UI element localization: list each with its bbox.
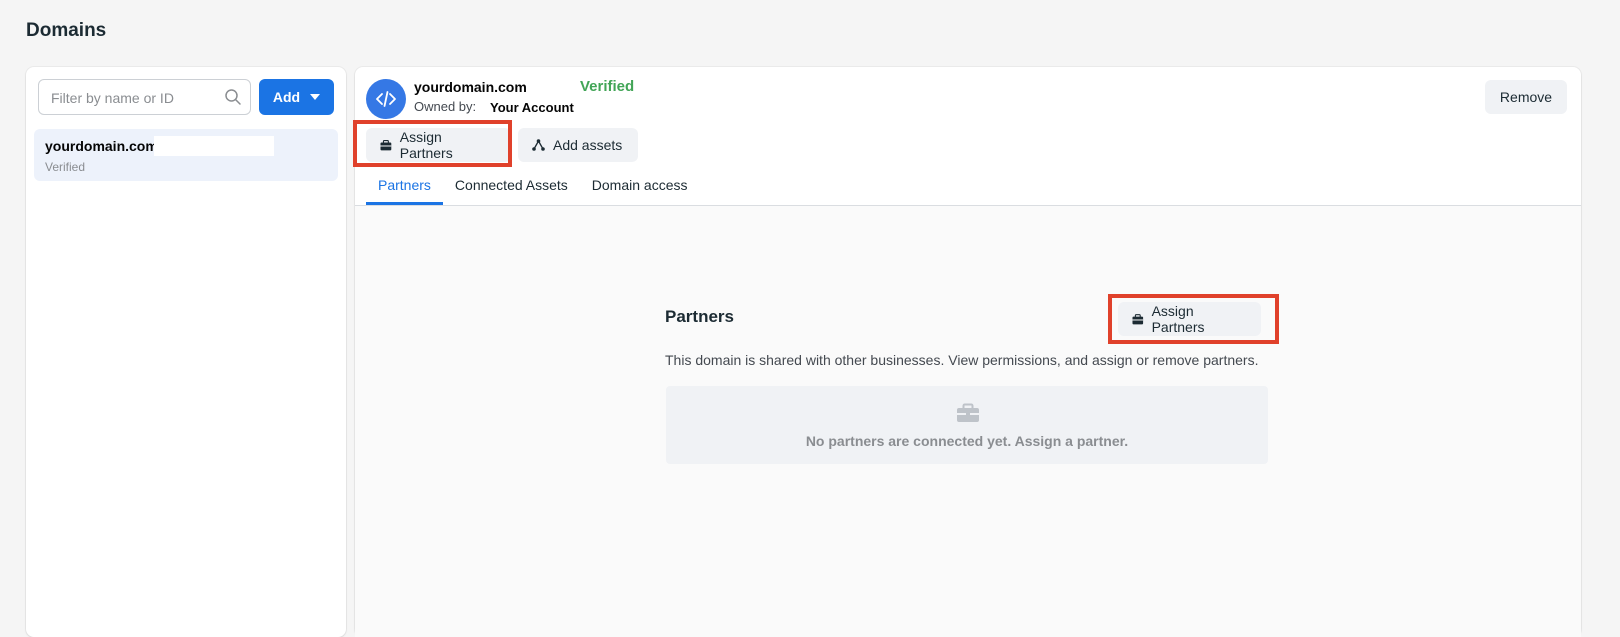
owned-by-value: Your Account bbox=[490, 100, 574, 115]
assign-partners-section-button[interactable]: Assign Partners bbox=[1118, 302, 1261, 336]
detail-tabs: Partners Connected Assets Domain access bbox=[366, 171, 699, 205]
assign-partners-label: Assign Partners bbox=[399, 129, 453, 161]
domain-detail-panel: yourdomain.com Verified Owned by: Your A… bbox=[353, 67, 1581, 637]
section-title: Partners bbox=[665, 307, 734, 326]
search-input[interactable] bbox=[49, 88, 219, 108]
verified-badge: Verified bbox=[580, 78, 635, 95]
partners-content: Partners Assign Partners This domain is … bbox=[355, 206, 1581, 637]
code-icon bbox=[366, 79, 406, 119]
search-icon bbox=[225, 89, 241, 105]
add-button-label: Add bbox=[272, 89, 301, 105]
search-field[interactable] bbox=[38, 79, 251, 115]
briefcase-icon bbox=[380, 139, 392, 150]
tab-connected-assets[interactable]: Connected Assets bbox=[443, 171, 580, 205]
share-nodes-icon bbox=[532, 139, 545, 151]
add-button[interactable]: Add bbox=[259, 79, 334, 115]
briefcase-icon bbox=[1132, 313, 1144, 324]
domain-list-item-status: Verified bbox=[45, 160, 86, 174]
tab-domain-access[interactable]: Domain access bbox=[580, 171, 700, 205]
tab-partners[interactable]: Partners bbox=[366, 171, 443, 205]
caret-down-icon bbox=[310, 94, 321, 100]
section-description: This domain is shared with other busines… bbox=[665, 352, 1259, 368]
domain-list-item[interactable]: yourdomain.com Verified bbox=[34, 129, 338, 181]
empty-state-message: No partners are connected yet. Assign a … bbox=[805, 433, 1129, 449]
add-assets-label: Add assets bbox=[553, 137, 623, 153]
domain-list-panel: Add yourdomain.com Verified bbox=[26, 67, 346, 637]
empty-state: No partners are connected yet. Assign a … bbox=[666, 386, 1268, 464]
add-assets-button[interactable]: Add assets bbox=[518, 128, 638, 162]
page-title: Domains bbox=[26, 20, 107, 41]
domain-title: yourdomain.com bbox=[414, 79, 527, 95]
redaction-mask bbox=[154, 136, 274, 156]
assign-partners-section-label: Assign Partners bbox=[1151, 303, 1205, 335]
owned-by-label: Owned by: bbox=[414, 99, 477, 114]
assign-partners-button[interactable]: Assign Partners bbox=[366, 128, 511, 162]
briefcase-icon bbox=[957, 403, 979, 422]
domain-list-item-name: yourdomain.com bbox=[45, 138, 158, 154]
remove-button[interactable]: Remove bbox=[1485, 80, 1567, 114]
